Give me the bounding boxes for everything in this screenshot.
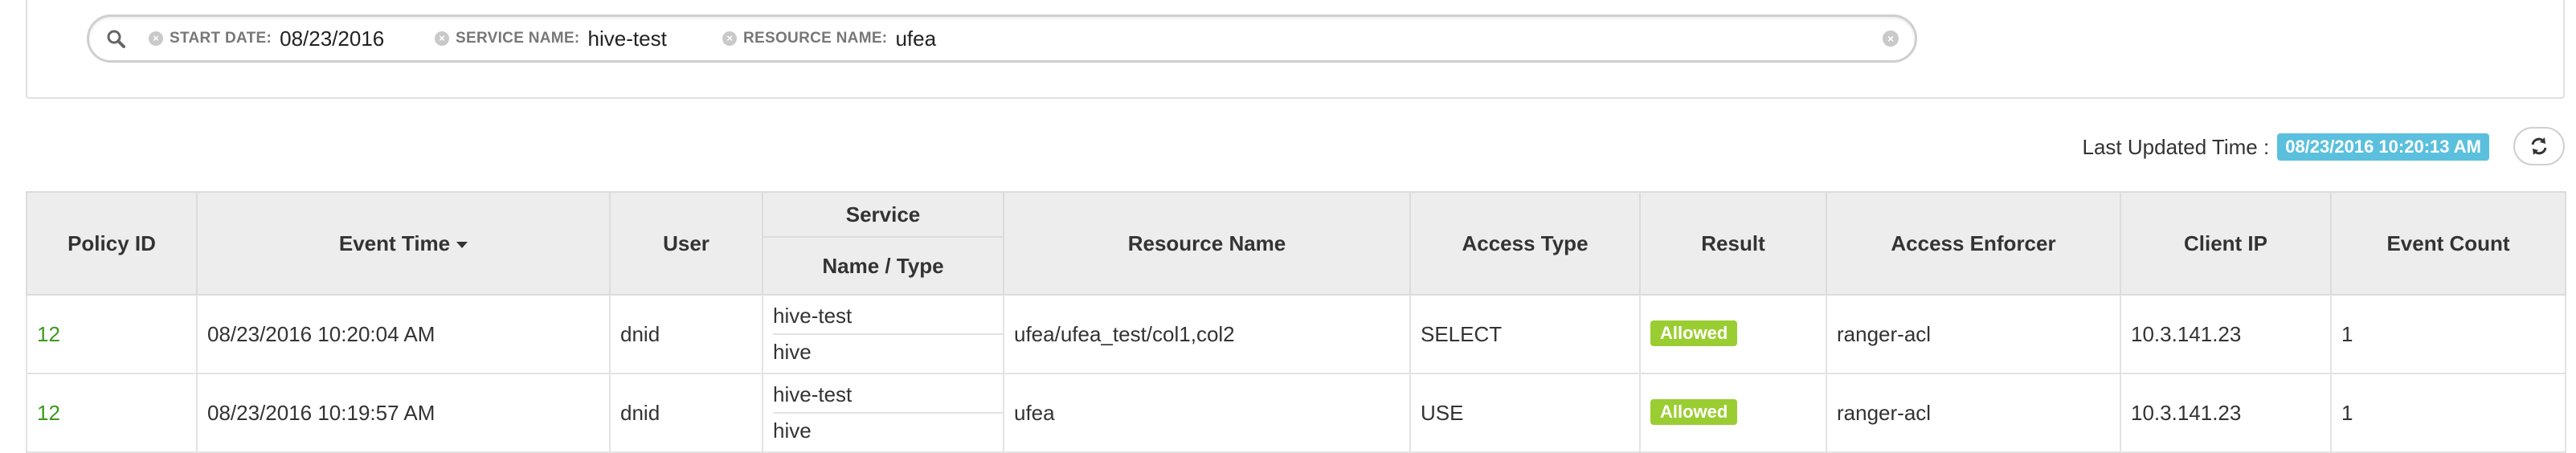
cell-client-ip: 10.3.141.23 (2120, 373, 2332, 453)
service-type: hive (773, 340, 812, 364)
cell-event-time: 08/23/2016 10:19:57 AM (196, 373, 611, 453)
cell-client-ip: 10.3.141.23 (2120, 294, 2332, 374)
search-panel: × START DATE: 08/23/2016 × SERVICE NAME:… (26, 0, 2565, 99)
cell-access-enforcer: ranger-acl (1826, 373, 2121, 453)
facet-service-name[interactable]: × SERVICE NAME: hive-test (435, 17, 667, 60)
col-service-name-type: Name / Type (762, 236, 1004, 296)
policy-id-link[interactable]: 12 (37, 322, 60, 346)
col-client-ip: Client IP (2120, 191, 2332, 296)
caret-down-icon (456, 241, 468, 248)
cell-event-count: 1 (2330, 373, 2566, 453)
visual-search-bar[interactable]: × START DATE: 08/23/2016 × SERVICE NAME:… (87, 14, 1917, 63)
col-event-count: Event Count (2330, 191, 2566, 296)
close-circle-icon[interactable]: × (435, 31, 449, 46)
cell-policy-id[interactable]: 12 (26, 373, 198, 453)
close-circle-icon[interactable]: × (722, 31, 737, 46)
col-event-time-label: Event Time (338, 231, 451, 255)
clear-search-icon[interactable]: × (1883, 31, 1899, 47)
cell-resource-name: ufea/ufea_test/col1,col2 (1003, 294, 1411, 374)
col-access-enforcer: Access Enforcer (1826, 191, 2121, 296)
cell-service: hive-test hive (762, 373, 1004, 453)
col-policy-id: Policy ID (26, 191, 198, 296)
refresh-icon (2531, 137, 2547, 155)
service-type: hive (773, 418, 812, 443)
col-service: Service (762, 191, 1004, 238)
facet-value[interactable]: 08/23/2016 (280, 27, 384, 51)
cell-event-count: 1 (2330, 294, 2566, 374)
service-name: hive-test (773, 299, 1004, 335)
last-updated-label: Last Updated Time : (2082, 134, 2270, 159)
cell-access-type: USE (1409, 373, 1641, 453)
cell-access-enforcer: ranger-acl (1826, 294, 2121, 374)
result-badge: Allowed (1650, 398, 1738, 425)
col-access-type: Access Type (1409, 191, 1641, 296)
facet-resource-name[interactable]: × RESOURCE NAME: ufea (722, 17, 936, 60)
cell-user: dnid (609, 294, 763, 374)
facet-category: START DATE: (170, 30, 272, 47)
cell-user: dnid (609, 373, 763, 453)
service-name: hive-test (773, 378, 1004, 414)
search-icon (107, 30, 125, 48)
refresh-button[interactable] (2513, 127, 2565, 165)
facet-value[interactable]: ufea (895, 27, 936, 51)
col-user: User (609, 191, 763, 296)
cell-result: Allowed (1639, 294, 1827, 374)
last-updated: Last Updated Time : 08/23/2016 10:20:13 … (2083, 133, 2489, 161)
facet-category: SERVICE NAME: (456, 30, 580, 47)
facet-start-date[interactable]: × START DATE: 08/23/2016 (149, 17, 384, 60)
facet-category: RESOURCE NAME: (743, 30, 888, 47)
close-circle-icon[interactable]: × (149, 31, 163, 46)
cell-resource-name: ufea (1003, 373, 1411, 453)
col-result: Result (1639, 191, 1827, 296)
cell-event-time: 08/23/2016 10:20:04 AM (196, 294, 611, 374)
cell-service: hive-test hive (762, 294, 1004, 374)
policy-id-link[interactable]: 12 (37, 401, 60, 425)
table-row[interactable]: 12 08/23/2016 10:19:57 AM dnid hive-test… (26, 373, 2566, 453)
last-updated-badge: 08/23/2016 10:20:13 AM (2277, 133, 2489, 161)
result-badge: Allowed (1650, 320, 1738, 346)
cell-access-type: SELECT (1409, 294, 1641, 374)
table-row[interactable]: 12 08/23/2016 10:20:04 AM dnid hive-test… (26, 294, 2566, 374)
cell-result: Allowed (1639, 373, 1827, 453)
col-event-time[interactable]: Event Time (196, 191, 611, 296)
audit-table: Policy ID Event Time User Service Resour… (26, 191, 2566, 453)
facet-value[interactable]: hive-test (588, 27, 667, 51)
cell-policy-id[interactable]: 12 (26, 294, 198, 374)
col-resource-name: Resource Name (1003, 191, 1411, 296)
